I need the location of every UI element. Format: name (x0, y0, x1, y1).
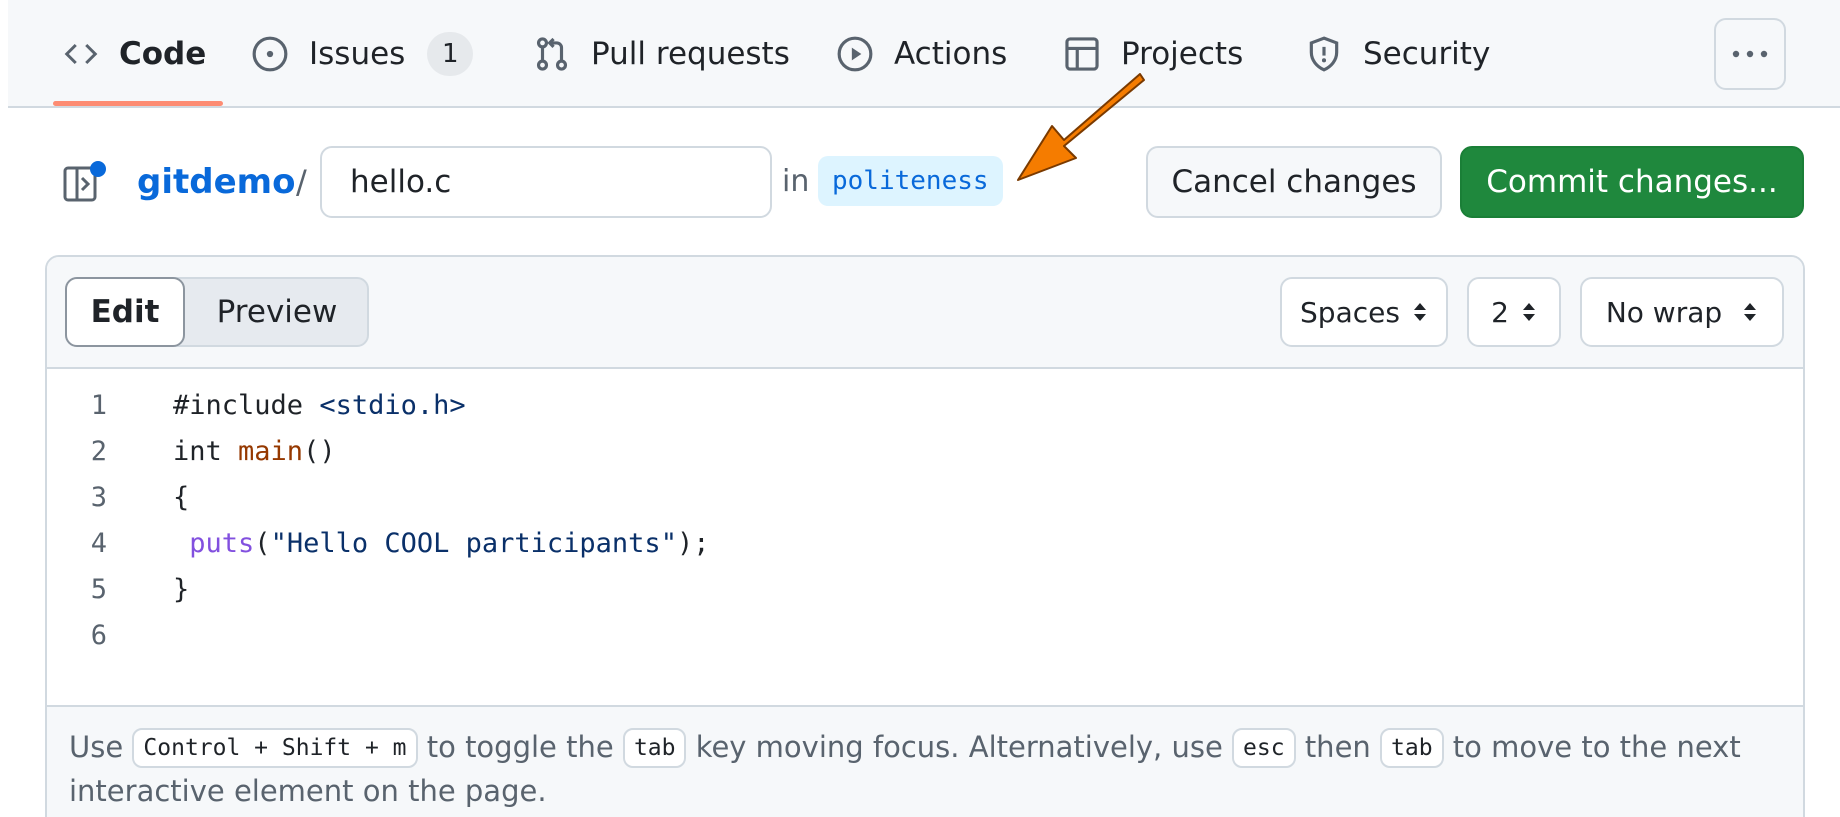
line-number: 4 (90, 528, 107, 559)
git-pull-request-icon (536, 37, 568, 71)
code-icon (64, 43, 98, 65)
shield-icon (1309, 36, 1339, 72)
repo-name-link[interactable]: gitdemo (137, 160, 295, 204)
code-token: } (173, 574, 190, 605)
code-line[interactable]: 3{ (47, 475, 1803, 521)
tab-security[interactable]: Security (1305, 0, 1490, 108)
editor-keyboard-hint: Use Control + Shift + m to toggle the ta… (47, 705, 1803, 817)
tab-pull-requests[interactable]: Pull requests (533, 0, 790, 108)
code-token: main (238, 436, 304, 467)
cancel-changes-button[interactable]: Cancel changes (1146, 146, 1442, 218)
breadcrumb-separator: / (296, 163, 307, 201)
code-token: #include (173, 390, 320, 421)
tab-code-label: Code (119, 36, 207, 72)
code-line[interactable]: 6 (47, 613, 1803, 659)
play-icon (837, 36, 873, 72)
tab-actions-label: Actions (894, 36, 1008, 72)
line-content: } (173, 567, 189, 613)
tab-preview[interactable]: Preview (185, 279, 369, 345)
code-line[interactable]: 2 int main() (47, 429, 1803, 475)
code-area[interactable]: 1 #include <stdio.h> 2 int main() 3{4 puts("… (47, 371, 1803, 691)
line-number: 1 (90, 390, 107, 421)
code-token: "Hello COOL participants" (270, 528, 677, 559)
line-number: 2 (90, 436, 107, 467)
issue-opened-icon (252, 36, 288, 72)
active-tab-underline (53, 101, 223, 106)
annotation-arrow (1017, 73, 1145, 181)
code-line[interactable]: 4 puts("Hello COOL participants"); (47, 521, 1803, 567)
hint-key-tab-2: tab (1380, 728, 1444, 768)
kebab-horizontal-icon (1732, 50, 1768, 58)
file-editor: Edit Preview Spaces 2 No wrap 1 #include … (45, 255, 1805, 817)
hint-text-4: then (1304, 730, 1371, 764)
more-options-button[interactable] (1714, 18, 1786, 90)
commit-changes-button[interactable]: Commit changes... (1460, 146, 1804, 218)
edit-preview-toggle: Edit Preview (65, 277, 369, 347)
tab-edit[interactable]: Edit (65, 277, 185, 347)
code-line[interactable]: 5} (47, 567, 1803, 613)
line-content: { (173, 475, 189, 521)
in-label: in (782, 164, 810, 199)
editor-toolbar: Edit Preview Spaces 2 No wrap (47, 257, 1803, 369)
tab-actions[interactable]: Actions (836, 0, 1007, 108)
line-number: 5 (90, 574, 107, 605)
code-token: { (173, 482, 190, 513)
tab-issues[interactable]: Issues 1 (251, 0, 474, 108)
sort-arrows-icon (1522, 303, 1535, 321)
code-token: puts (189, 528, 255, 559)
indent-size-value: 2 (1491, 295, 1509, 329)
code-line[interactable]: 1 #include <stdio.h> (47, 383, 1803, 429)
hint-text-3: key moving focus. Alternatively, use (695, 730, 1223, 764)
branch-badge[interactable]: politeness (818, 156, 1003, 206)
hint-key-esc: esc (1232, 728, 1296, 768)
code-token: int (173, 436, 239, 467)
file-tree-toggle-icon[interactable] (62, 160, 110, 204)
tab-issues-label: Issues (309, 36, 406, 72)
sort-arrows-icon (1413, 303, 1426, 321)
repo-nav: Code Issues 1 Pull requests Actions Proj… (8, 0, 1840, 108)
indent-mode-value: Spaces (1300, 295, 1400, 329)
indent-mode-select[interactable]: Spaces (1280, 277, 1448, 347)
tab-pull-requests-label: Pull requests (591, 36, 790, 72)
issues-count-badge: 1 (427, 32, 474, 76)
code-token: <stdio.h> (319, 390, 466, 421)
line-content: int main() (173, 429, 336, 475)
indent-size-select[interactable]: 2 (1467, 277, 1561, 347)
wrap-mode-value: No wrap (1605, 295, 1723, 329)
sort-arrows-icon (1744, 303, 1757, 321)
line-content: puts("Hello COOL participants"); (173, 521, 709, 567)
hint-text-2: to toggle the (426, 730, 614, 764)
hint-key-tab: tab (622, 728, 687, 768)
filename-input[interactable] (320, 146, 772, 218)
hint-text-1: Use (69, 730, 124, 764)
tab-security-label: Security (1363, 36, 1491, 72)
code-token: ( (254, 528, 271, 559)
code-token: ); (676, 528, 710, 559)
code-token: () (303, 436, 336, 467)
line-number: 6 (90, 620, 107, 651)
hint-key-control-shift-m: Control + Shift + m (132, 728, 418, 768)
tab-code[interactable]: Code (63, 0, 206, 108)
line-content: #include <stdio.h> (173, 383, 466, 429)
wrap-mode-select[interactable]: No wrap (1580, 277, 1784, 347)
line-number: 3 (90, 482, 107, 513)
